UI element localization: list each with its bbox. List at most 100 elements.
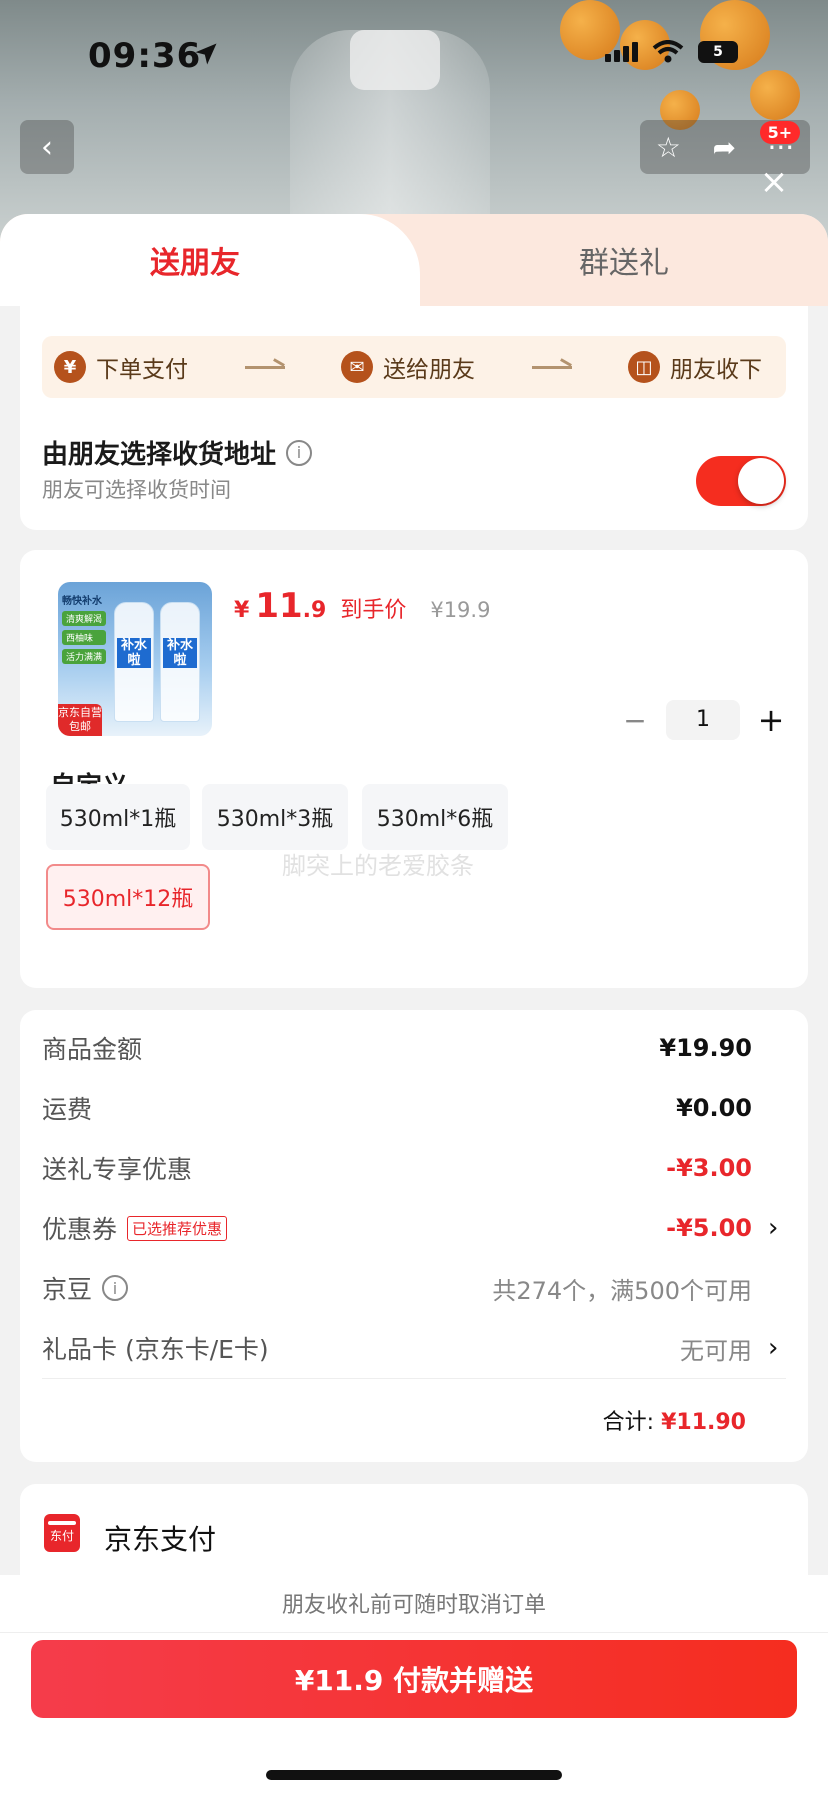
product-card: 补水 啦 补水 啦 畅快补水 清爽解渴 西柚味 活力满满 京东自营 包邮 ¥ 1… (20, 550, 808, 988)
arrow-right-icon (244, 364, 285, 370)
flow-step-pay: ¥ 下单支付 (54, 350, 188, 384)
status-icons: 5 (605, 40, 738, 64)
info-icon[interactable]: i (102, 1275, 129, 1301)
spec-option[interactable]: 530ml*1瓶 (46, 784, 190, 850)
plus-button[interactable]: + (756, 701, 786, 739)
checkout-footer: 朋友收礼前可随时取消订单 ¥11.9 付款并赠送 (0, 1575, 828, 1795)
summary-value-group: -¥5.00 › (666, 1213, 786, 1243)
tab-send-friend[interactable]: 送朋友 (0, 214, 420, 306)
summary-label-group: 京豆 i (42, 1270, 129, 1306)
summary-label: 京豆 (42, 1275, 93, 1304)
yen-icon: ¥ (54, 351, 86, 383)
summary-row-coupon[interactable]: 优惠券 已选推荐优惠 -¥5.00 › (42, 1210, 786, 1246)
notification-badge: 5+ (759, 120, 801, 144)
summary-value-group: 无可用 › (680, 1331, 786, 1366)
tab-label: 群送礼 (579, 246, 669, 281)
summary-value: 无可用 (680, 1336, 752, 1365)
arrow-right-icon (531, 364, 572, 370)
summary-label: 礼品卡 (京东卡/E卡) (42, 1335, 269, 1364)
info-icon[interactable]: i (286, 439, 313, 466)
spec-option-selected[interactable]: 530ml*12瓶 (46, 864, 210, 930)
shipping-badge: 京东自营 包邮 (58, 704, 102, 736)
gift-icon: ◫ (628, 351, 660, 383)
summary-value: -¥3.00 (666, 1154, 752, 1182)
gift-flow-steps: ¥ 下单支付 ✉ 送给朋友 ◫ 朋友收下 (42, 336, 786, 398)
price-summary-card: 商品金额 ¥19.90 运费 ¥0.00 送礼专享优惠 -¥3.00 优惠券 已… (20, 1010, 808, 1462)
image-tag: 活力满满 (62, 649, 107, 664)
status-time: 09:36 (88, 36, 202, 76)
summary-value: ¥0.00 (676, 1094, 752, 1122)
summary-value: -¥5.00 (666, 1214, 752, 1242)
product-image[interactable]: 补水 啦 补水 啦 畅快补水 清爽解渴 西柚味 活力满满 京东自营 包邮 (58, 582, 212, 736)
image-tag: 畅快补水 (62, 596, 102, 607)
bottle-label: 补水 啦 (117, 638, 151, 668)
flow-step-receive: ◫ 朋友收下 (628, 350, 762, 384)
total-amount: ¥11.90 (661, 1410, 746, 1435)
jd-pay-icon-text: 东付 (49, 1529, 74, 1543)
payment-label: 京东支付 (104, 1523, 217, 1556)
summary-row-gift-discount: 送礼专享优惠 -¥3.00 (42, 1150, 786, 1186)
tab-label: 送朋友 (150, 246, 240, 281)
tab-bar: 群送礼 送朋友 (0, 214, 828, 306)
friend-address-title: 由朋友选择收货地址 i (42, 434, 313, 471)
location-arrow-icon (195, 43, 217, 65)
divider (42, 1378, 786, 1379)
toggle-knob (738, 458, 784, 504)
quantity-input[interactable]: 1 (666, 700, 740, 740)
gift-sheet: 群送礼 送朋友 ¥ 下单支付 ✉ 送给朋友 ◫ 朋友收下 由朋友选择收货地址 i… (0, 214, 828, 1795)
cancel-note: 朋友收礼前可随时取消订单 (281, 1593, 546, 1618)
summary-label-group: 优惠券 已选推荐优惠 (42, 1210, 228, 1246)
summary-label: 商品金额 (42, 1035, 143, 1064)
summary-value: ¥19.90 (659, 1034, 752, 1062)
home-indicator[interactable] (266, 1770, 562, 1780)
hero-bottle-cap (350, 30, 440, 90)
summary-label: 运费 (42, 1095, 93, 1124)
summary-row-shipping: 运费 ¥0.00 (42, 1090, 786, 1126)
close-icon[interactable]: × (758, 165, 790, 199)
price-currency: ¥ (234, 598, 250, 623)
price-decimal: .9 (302, 598, 327, 623)
more-icon[interactable]: ··· 5+ (759, 120, 801, 164)
image-tag: 西柚味 (62, 630, 107, 645)
watermark: 脚突上的老爱胶条 (282, 852, 474, 880)
tab-group-gift[interactable]: 群送礼 (420, 214, 828, 306)
total: 合计: ¥11.90 (603, 1404, 746, 1436)
original-price: ¥19.9 (430, 598, 491, 622)
summary-label: 优惠券 (42, 1215, 118, 1244)
cellular-signal-icon (605, 42, 638, 62)
minus-button[interactable]: − (620, 704, 650, 737)
flow-step-label: 送给朋友 (383, 357, 475, 383)
friend-address-subtitle: 朋友可选择收货时间 (42, 478, 231, 502)
summary-value: 共274个，满500个可用 (492, 1276, 752, 1305)
star-icon[interactable]: ☆ (656, 131, 681, 164)
wifi-icon (652, 40, 684, 63)
pay-and-gift-button[interactable]: ¥11.9 付款并赠送 (31, 1640, 797, 1718)
summary-row-jd-beans: 京豆 i 共274个，满500个可用 (42, 1270, 786, 1306)
wechat-icon: ✉ (341, 351, 373, 383)
battery-icon: 5 (698, 41, 738, 63)
price-block: ¥ 11 .9 到手价 ¥19.9 (234, 586, 490, 626)
gift-options-card: ¥ 下单支付 ✉ 送给朋友 ◫ 朋友收下 由朋友选择收货地址 i 朋友可选择收货… (20, 306, 808, 530)
summary-label: 送礼专享优惠 (42, 1155, 193, 1184)
friend-address-toggle[interactable] (696, 456, 786, 506)
divider (0, 1632, 828, 1633)
spec-option[interactable]: 530ml*3瓶 (202, 784, 348, 850)
bottle-label: 补水 啦 (163, 638, 197, 668)
quantity-stepper: − 1 + (620, 700, 786, 740)
summary-row-goods: 商品金额 ¥19.90 (42, 1030, 786, 1066)
jd-pay-icon: 东付 (44, 1514, 80, 1552)
product-image-tags: 畅快补水 清爽解渴 西柚味 活力满满 (62, 592, 107, 664)
total-label: 合计: (602, 1410, 655, 1435)
summary-row-gift-card[interactable]: 礼品卡 (京东卡/E卡) 无可用 › (42, 1330, 786, 1366)
hero-orange (750, 70, 800, 120)
chevron-left-icon: ‹ (41, 129, 53, 165)
flow-step-label: 朋友收下 (670, 357, 762, 383)
chevron-right-icon: › (768, 1333, 779, 1363)
share-icon[interactable]: ➦ (712, 131, 735, 164)
chevron-right-icon: › (768, 1213, 779, 1243)
coupon-tag: 已选推荐优惠 (127, 1215, 228, 1241)
spec-option[interactable]: 530ml*6瓶 (362, 784, 508, 850)
image-tag: 清爽解渴 (62, 611, 107, 626)
price-integer: 11 (255, 586, 303, 626)
back-button[interactable]: ‹ (20, 120, 74, 174)
